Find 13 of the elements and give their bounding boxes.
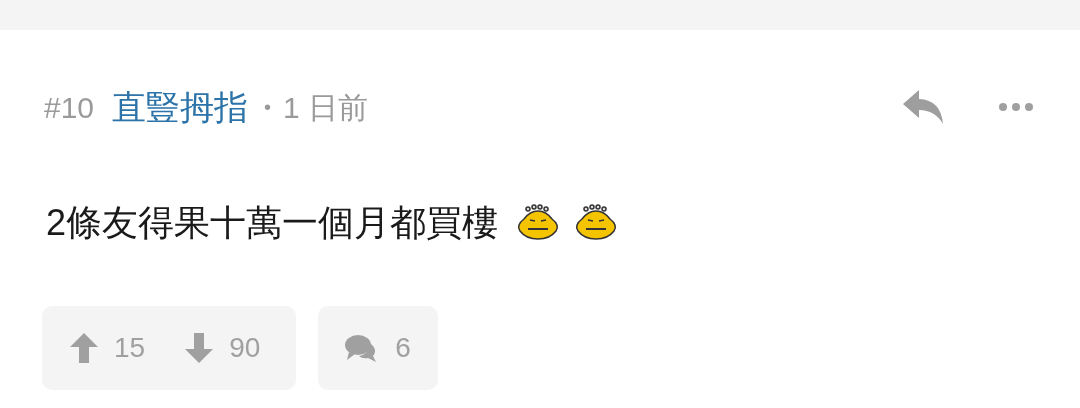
post-body: 2條友得果十萬一個月都買樓: [46, 201, 499, 245]
more-icon: [999, 103, 1033, 111]
upvote-button[interactable]: 15: [70, 327, 146, 369]
reply-icon: [903, 90, 945, 124]
up-arrow-icon: [70, 333, 98, 363]
comments-icon: [345, 334, 378, 362]
separator: •: [264, 95, 272, 120]
downvote-button[interactable]: 90: [185, 327, 261, 369]
post-time: 1 日前: [283, 89, 369, 126]
comments-button[interactable]: 6: [318, 306, 438, 390]
author-name[interactable]: 直豎拇指: [112, 81, 249, 133]
post-number: #10: [44, 89, 95, 126]
down-arrow-icon: [185, 333, 214, 363]
